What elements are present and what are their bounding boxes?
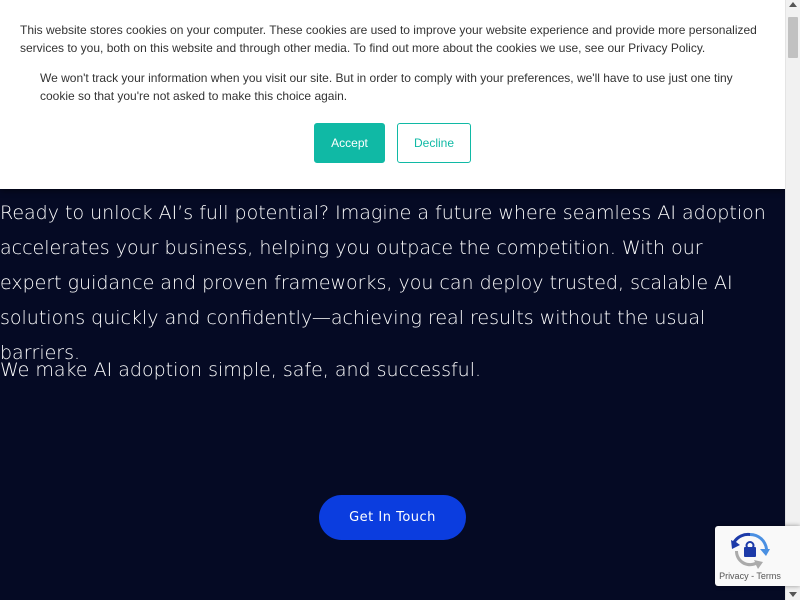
recaptcha-terms-link[interactable]: Terms [756,571,781,581]
hero-paragraph: Ready to unlock AI’s full potential? Ima… [0,202,766,364]
hero-tagline: We make AI adoption simple, safe, and su… [0,359,482,381]
recaptcha-links: Privacy - Terms [715,570,785,582]
get-in-touch-button[interactable]: Get In Touch [319,495,466,540]
recaptcha-badge[interactable]: Privacy - Terms [715,526,800,586]
cookie-notice-text: This website stores cookies on your comp… [20,23,757,55]
cookie-tracking-text: We won't track your information when you… [40,71,733,103]
recaptcha-privacy-link[interactable]: Privacy [719,571,749,581]
accept-cookies-button[interactable]: Accept [314,123,385,163]
scroll-up-arrow-icon[interactable] [789,2,797,7]
vertical-scrollbar[interactable] [785,0,800,600]
recaptcha-logo-icon [731,532,770,569]
decline-cookies-button[interactable]: Decline [397,123,471,163]
scrollbar-thumb[interactable] [788,17,798,58]
cookie-banner: This website stores cookies on your comp… [0,0,785,189]
scroll-down-arrow-icon[interactable] [789,592,797,597]
